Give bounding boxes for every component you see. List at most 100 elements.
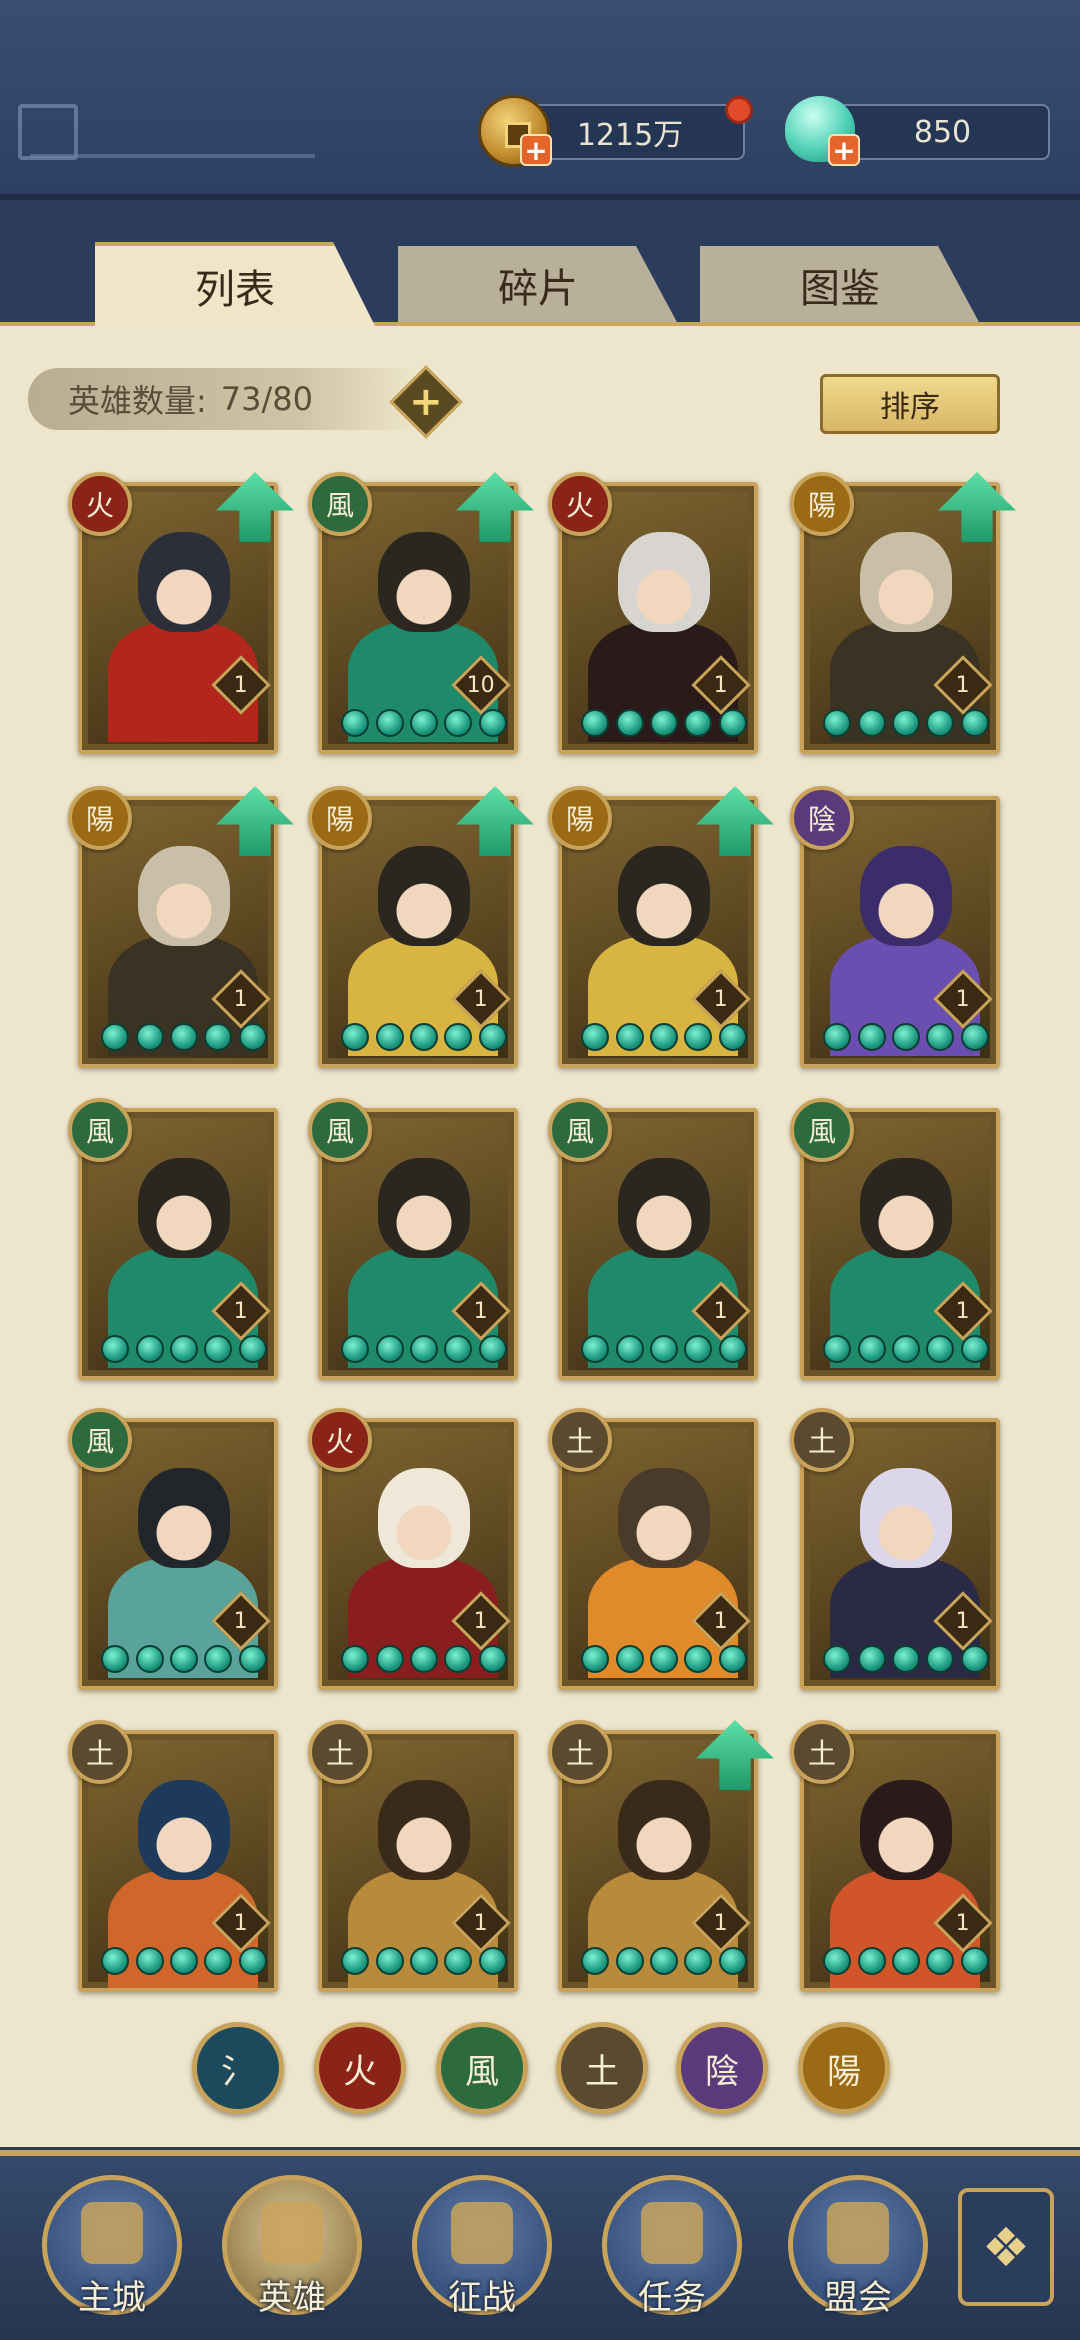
hero-count-bar: 英雄数量: 73/80 <box>28 368 418 430</box>
tab-list-label: 列表 <box>195 267 275 313</box>
filter-yin-button[interactable]: 陰 <box>676 2022 768 2114</box>
jade-star-icon <box>891 1023 920 1051</box>
jade-star-icon <box>718 709 747 737</box>
star-rating <box>820 1946 992 1976</box>
nav-label: 主城 <box>78 2278 146 2318</box>
element-earth-icon: 土 <box>790 1408 854 1472</box>
jade-star-icon <box>409 709 438 737</box>
jade-star-icon <box>375 1335 404 1363</box>
jade-star-icon <box>718 1023 747 1051</box>
hero-figure-head <box>618 1468 710 1568</box>
hero-figure-head <box>378 532 470 632</box>
jade-star-icon <box>615 709 644 737</box>
jade-star-icon <box>238 1947 267 1975</box>
jade-star-icon <box>891 709 920 737</box>
element-yang-icon: 陽 <box>308 786 372 850</box>
hero-figure-head <box>860 846 952 946</box>
element-wind-icon: 風 <box>790 1098 854 1162</box>
hero-level-value: 1 <box>956 1298 970 1324</box>
star-rating <box>578 1022 750 1052</box>
jade-star-icon <box>444 1645 473 1673</box>
jade-star-icon <box>718 1335 747 1363</box>
element-wind-icon: 風 <box>548 1098 612 1162</box>
star-rating <box>820 1022 992 1052</box>
jade-star-icon <box>101 1947 130 1975</box>
tab-codex[interactable]: 图鉴 <box>700 246 980 324</box>
filter-fire-button[interactable]: 火 <box>314 2022 406 2114</box>
element-earth-icon: 土 <box>68 1720 132 1784</box>
jade-star-icon <box>341 1335 370 1363</box>
hero-figure-head <box>618 846 710 946</box>
hero-level-value: 1 <box>956 1910 970 1936</box>
star-rating <box>578 1644 750 1674</box>
jade-star-icon <box>169 1645 198 1673</box>
more-menu-button[interactable]: ❖ <box>958 2188 1054 2306</box>
filter-earth-button[interactable]: 土 <box>556 2022 648 2114</box>
filter-water-button[interactable]: 氵 <box>192 2022 284 2114</box>
jade-star-icon <box>891 1947 920 1975</box>
tab-list[interactable]: 列表 <box>95 242 375 326</box>
star-rating <box>338 1022 510 1052</box>
tab-fragments[interactable]: 碎片 <box>398 246 678 324</box>
jade-star-icon <box>615 1023 644 1051</box>
jade-star-icon <box>960 1947 989 1975</box>
jade-star-icon <box>684 1335 713 1363</box>
jade-star-icon <box>581 1023 610 1051</box>
jade-star-icon <box>615 1335 644 1363</box>
jade-star-icon <box>649 1335 678 1363</box>
jade-star-icon <box>960 1023 989 1051</box>
jade-star-icon <box>857 709 886 737</box>
battle-icon <box>451 2202 513 2264</box>
hero-figure-head <box>138 846 230 946</box>
add-coin-button[interactable]: + <box>520 134 552 167</box>
star-rating <box>98 1334 270 1364</box>
star-rating <box>820 1334 992 1364</box>
top-bar <box>0 0 1080 200</box>
jade-star-icon <box>926 1947 955 1975</box>
hero-figure-head <box>860 532 952 632</box>
element-fire-icon: 火 <box>548 472 612 536</box>
jade-star-icon <box>341 1645 370 1673</box>
hero-level-value: 1 <box>234 986 248 1012</box>
add-gem-button[interactable]: + <box>828 134 860 167</box>
jade-star-icon <box>581 1645 610 1673</box>
jade-star-icon <box>169 1023 198 1051</box>
hero-level-value: 1 <box>956 1608 970 1634</box>
jade-star-icon <box>204 1023 233 1051</box>
hero-level-value: 1 <box>474 1608 488 1634</box>
element-wind-icon: 風 <box>308 1098 372 1162</box>
sort-button-label: 排序 <box>880 390 940 425</box>
sort-button[interactable]: 排序 <box>820 374 1000 434</box>
lattice-menu-icon: ❖ <box>981 2215 1031 2279</box>
jade-star-icon <box>684 1947 713 1975</box>
star-rating <box>820 1644 992 1674</box>
jade-star-icon <box>444 709 473 737</box>
jade-star-icon <box>135 1947 164 1975</box>
jade-star-icon <box>238 1335 267 1363</box>
jade-star-icon <box>204 1335 233 1363</box>
element-fire-icon: 火 <box>308 1408 372 1472</box>
jade-star-icon <box>823 1023 852 1051</box>
jade-star-icon <box>960 1335 989 1363</box>
jade-star-icon <box>238 1645 267 1673</box>
jade-star-icon <box>926 1023 955 1051</box>
jade-star-icon <box>375 1947 404 1975</box>
jade-star-icon <box>891 1335 920 1363</box>
gem-balance[interactable]: 850 <box>835 104 1050 160</box>
filter-yang-button[interactable]: 陽 <box>798 2022 890 2114</box>
jade-star-icon <box>926 709 955 737</box>
jade-star-icon <box>444 1023 473 1051</box>
jade-star-icon <box>823 1947 852 1975</box>
filter-wind-button[interactable]: 風 <box>436 2022 528 2114</box>
jade-star-icon <box>478 1947 507 1975</box>
city-gate-icon <box>81 2202 143 2264</box>
jade-star-icon <box>857 1645 886 1673</box>
hero-level-value: 1 <box>474 986 488 1012</box>
star-rating <box>98 1022 270 1052</box>
jade-star-icon <box>684 709 713 737</box>
jade-star-icon <box>135 1023 164 1051</box>
star-rating <box>338 1644 510 1674</box>
jade-star-icon <box>615 1947 644 1975</box>
jade-star-icon <box>444 1335 473 1363</box>
hero-level-value: 1 <box>234 1608 248 1634</box>
